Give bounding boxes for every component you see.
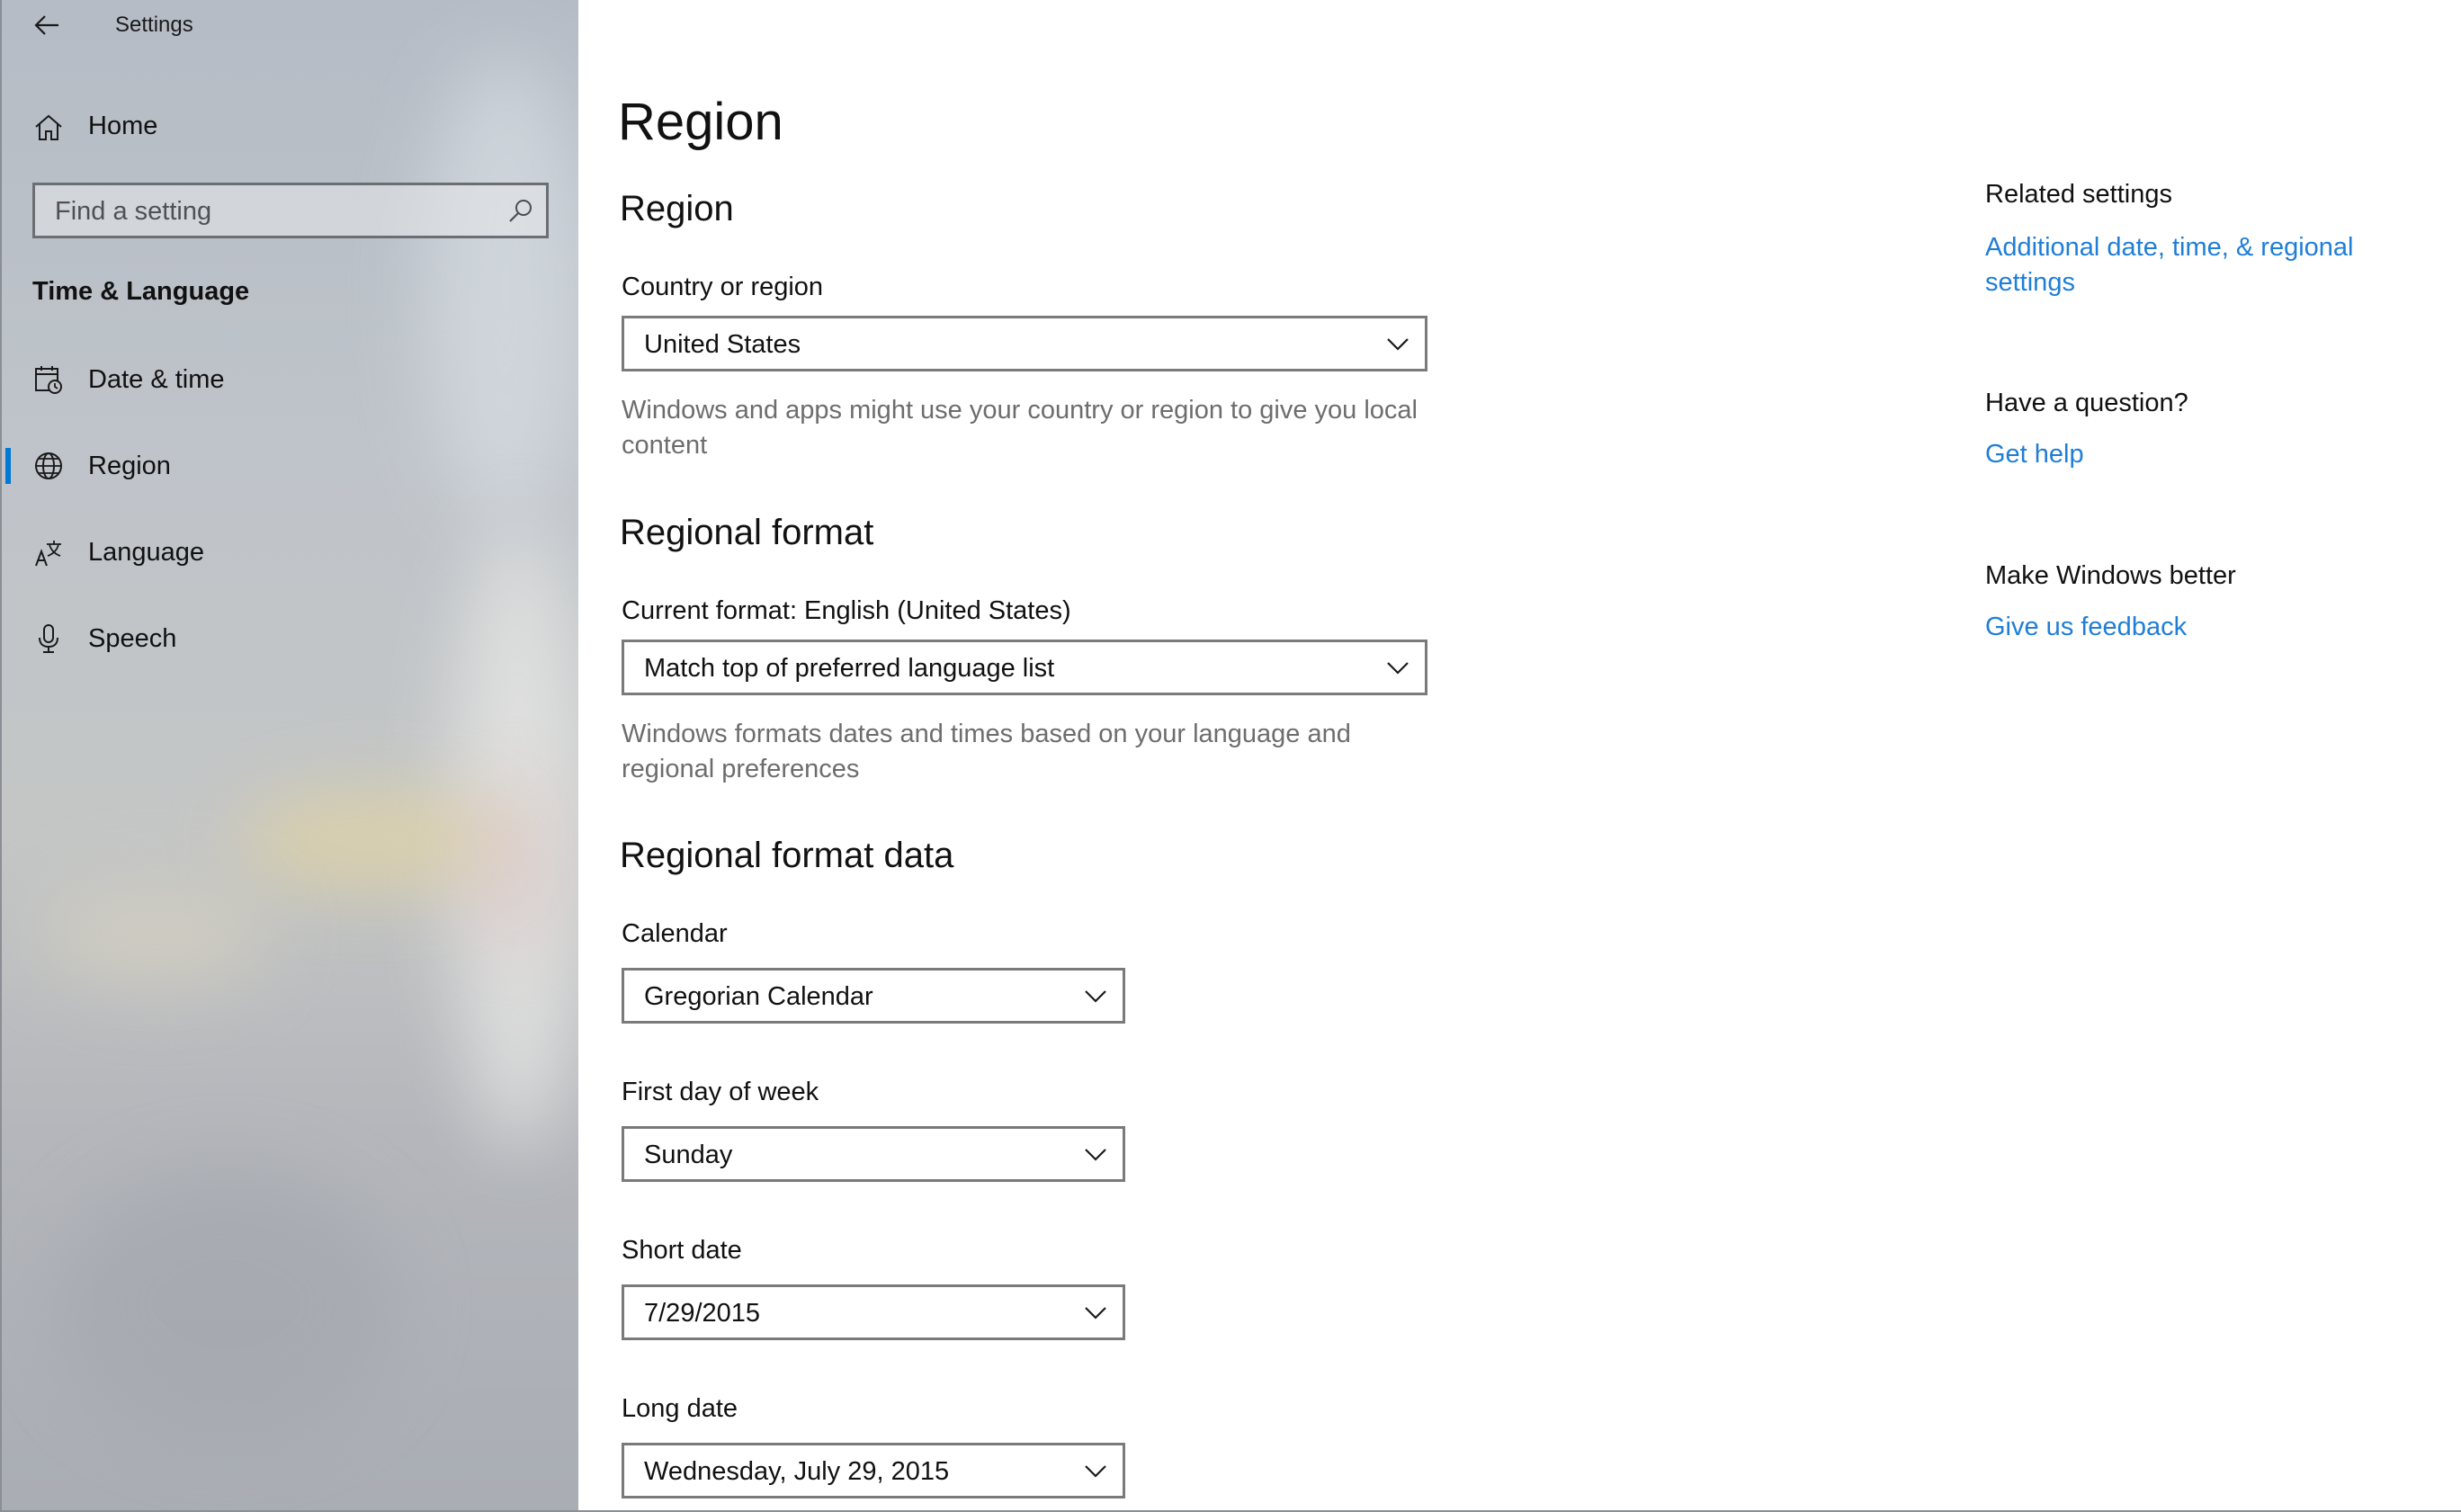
short-date-dropdown[interactable]: 7/29/2015 — [622, 1284, 1125, 1340]
home-nav-item[interactable]: Home — [2, 99, 578, 157]
home-label: Home — [88, 112, 158, 140]
give-feedback-link[interactable]: Give us feedback — [1985, 610, 2399, 645]
main-content: Region Region Country or region United S… — [578, 0, 2461, 1510]
calendar-label: Calendar — [622, 919, 728, 948]
country-label: Country or region — [622, 273, 824, 301]
back-button[interactable] — [22, 4, 72, 47]
sidebar: Settings Home Find a setting Time & Lang… — [2, 0, 578, 1510]
calendar-clock-icon — [32, 363, 65, 396]
chevron-down-icon — [1085, 990, 1106, 1003]
chevron-down-icon — [1387, 662, 1409, 675]
regional-format-help-text: Windows formats dates and times based on… — [622, 720, 1351, 783]
sidebar-section-heading: Time & Language — [32, 277, 250, 306]
regional-format-value: Match top of preferred language list — [644, 654, 1055, 683]
sidebar-item-speech[interactable]: Speech — [2, 610, 578, 667]
language-icon — [32, 536, 65, 568]
sidebar-item-label: Speech — [88, 624, 177, 653]
search-box[interactable] — [32, 183, 549, 238]
sidebar-item-region[interactable]: Region — [2, 437, 578, 495]
question-heading: Have a question? — [1985, 389, 2188, 417]
short-date-label: Short date — [622, 1236, 742, 1265]
home-icon — [32, 112, 65, 144]
globe-icon — [32, 450, 65, 482]
make-windows-better-heading: Make Windows better — [1985, 561, 2236, 590]
long-date-dropdown[interactable]: Wednesday, July 29, 2015 — [622, 1443, 1125, 1499]
back-arrow-icon — [34, 15, 58, 35]
sidebar-item-date-time[interactable]: Date & time — [2, 351, 578, 408]
long-date-label: Long date — [622, 1394, 738, 1423]
country-dropdown[interactable]: United States — [622, 316, 1427, 371]
first-day-dropdown[interactable]: Sunday — [622, 1126, 1125, 1182]
chevron-down-icon — [1085, 1307, 1106, 1320]
app-title: Settings — [115, 13, 193, 37]
page-title: Region — [618, 93, 783, 151]
regional-format-data-heading: Regional format data — [620, 836, 954, 875]
title-bar: Settings — [2, 0, 578, 54]
region-heading: Region — [620, 189, 734, 228]
country-value: United States — [644, 330, 801, 359]
calendar-value: Gregorian Calendar — [644, 982, 873, 1011]
calendar-dropdown[interactable]: Gregorian Calendar — [622, 968, 1125, 1024]
search-input[interactable] — [53, 185, 488, 237]
get-help-link[interactable]: Get help — [1985, 437, 2399, 472]
regional-format-heading: Regional format — [620, 513, 874, 552]
microphone-icon — [32, 622, 65, 655]
sidebar-item-label: Region — [88, 452, 171, 480]
long-date-value: Wednesday, July 29, 2015 — [644, 1457, 950, 1486]
current-format-label: Current format: English (United States) — [622, 596, 1071, 625]
sidebar-item-label: Date & time — [88, 365, 225, 394]
search-icon[interactable] — [506, 196, 535, 225]
chevron-down-icon — [1387, 338, 1409, 351]
short-date-value: 7/29/2015 — [644, 1299, 761, 1328]
additional-settings-link[interactable]: Additional date, time, & regional settin… — [1985, 230, 2399, 300]
first-day-label: First day of week — [622, 1078, 819, 1106]
first-day-value: Sunday — [644, 1141, 733, 1169]
settings-window: Settings Home Find a setting Time & Lang… — [0, 0, 2461, 1512]
related-settings-heading: Related settings — [1985, 180, 2172, 209]
chevron-down-icon — [1085, 1465, 1106, 1478]
sidebar-item-language[interactable]: Language — [2, 523, 578, 581]
chevron-down-icon — [1085, 1149, 1106, 1161]
sidebar-item-label: Language — [88, 538, 205, 567]
country-help-text: Windows and apps might use your country … — [622, 396, 1418, 460]
regional-format-dropdown[interactable]: Match top of preferred language list — [622, 640, 1427, 695]
